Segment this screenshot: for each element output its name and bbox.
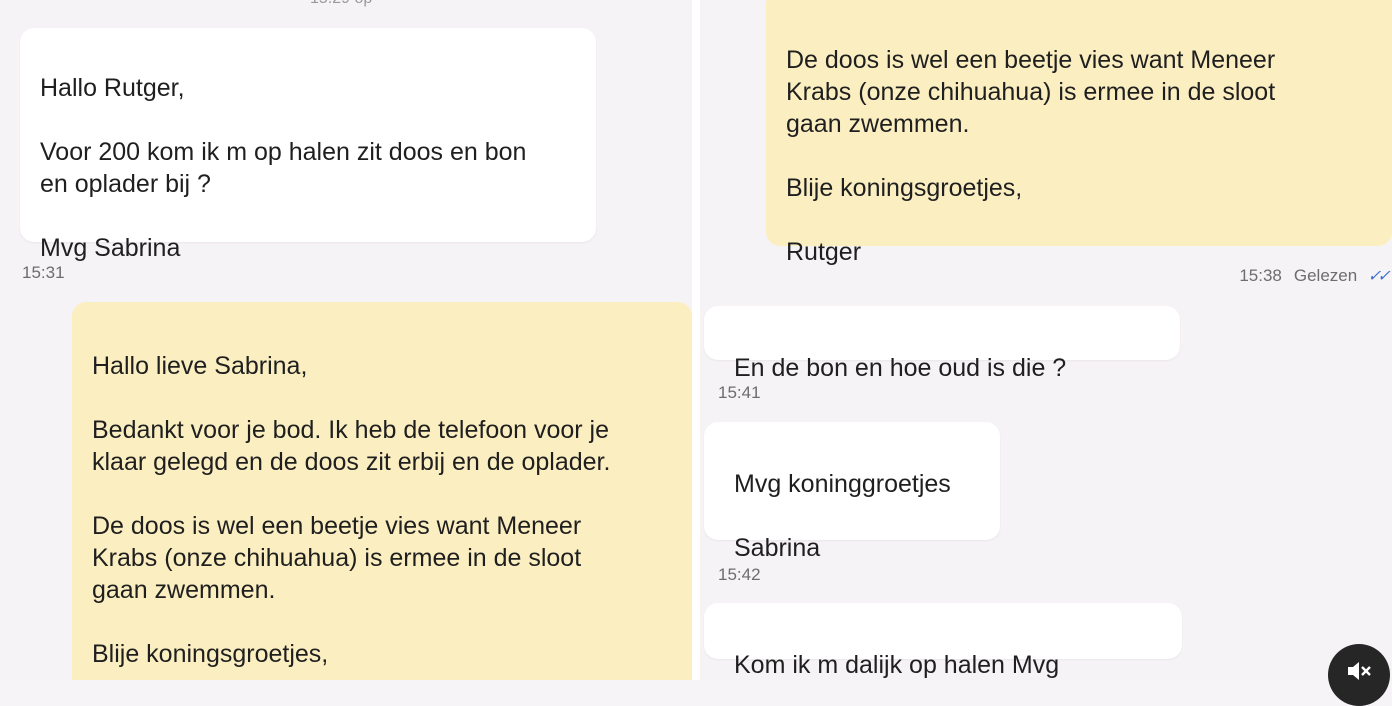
message-text: De doos is wel een beetje vies want Mene… (786, 46, 1276, 266)
message-text: En de bon en hoe oud is die ? (734, 354, 1067, 382)
mute-button[interactable] (1328, 644, 1390, 706)
read-receipt-row: 15:38 Gelezen ✓✓ (1239, 266, 1391, 286)
incoming-message-bubble[interactable]: Kom ik m dalijk op halen Mvg (704, 603, 1182, 679)
date-separator: 15:29 op (310, 0, 372, 8)
message-text: Kom ik m dalijk op halen Mvg (734, 651, 1060, 679)
outgoing-message-bubble[interactable]: Hallo lieve Sabrina, Bedankt voor je bod… (72, 302, 692, 680)
message-timestamp: 15:42 (718, 565, 761, 584)
message-timestamp: 15:31 (22, 263, 65, 282)
read-status: Gelezen (1293, 266, 1358, 285)
incoming-message-bubble[interactable]: En de bon en hoe oud is die ? (704, 306, 1180, 382)
chat-pane-left: 15:29 op Hallo Rutger, Voor 200 kom ik m… (0, 0, 692, 680)
pane-divider (692, 0, 700, 680)
message-text: Hallo Rutger, Voor 200 kom ik m op halen… (40, 74, 527, 262)
outgoing-message-bubble[interactable]: De doos is wel een beetje vies want Mene… (766, 0, 1392, 266)
incoming-message-bubble[interactable]: Hallo Rutger, Voor 200 kom ik m op halen… (20, 28, 596, 262)
message-text: Mvg koninggroetjes Sabrina (734, 470, 951, 562)
message-text: Hallo lieve Sabrina, Bedankt voor je bod… (92, 352, 611, 668)
double-check-icon: ✓✓ (1366, 268, 1391, 285)
chat-pane-right: De doos is wel een beetje vies want Mene… (700, 0, 1392, 680)
incoming-message-bubble[interactable]: Mvg koninggroetjes Sabrina (704, 422, 1000, 562)
speaker-muted-icon (1348, 662, 1371, 680)
message-timestamp: 15:38 (1239, 266, 1282, 285)
message-timestamp: 15:41 (718, 383, 761, 402)
